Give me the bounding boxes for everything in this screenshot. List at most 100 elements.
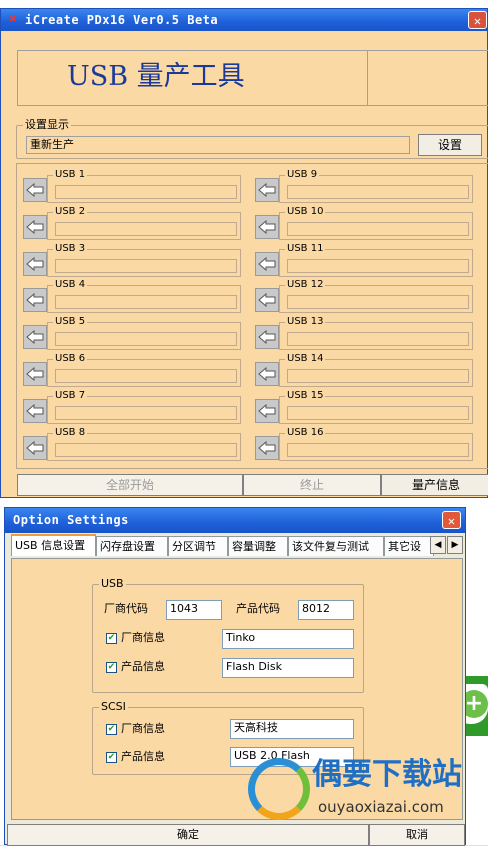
product-code-field[interactable]: 8012 [298, 600, 354, 620]
usb-port-slot: USB 16 [255, 426, 473, 461]
usb-vendor-info-field[interactable]: Tinko [222, 629, 354, 649]
arrow-left-icon[interactable] [255, 435, 279, 460]
arrow-left-icon[interactable] [23, 325, 47, 350]
tab-scroll-right-button[interactable]: ▶ [447, 536, 463, 554]
tab-strip: USB 信息设置 闪存盘设置 分区调节 容量调整 该文件复与测试 其它设 ◀ ▶ [11, 534, 463, 558]
arrow-left-icon[interactable] [23, 435, 47, 460]
usb-product-info-field[interactable]: Flash Disk [222, 658, 354, 678]
arrow-left-icon[interactable] [255, 325, 279, 350]
scsi-group-title: SCSI [99, 700, 128, 713]
stop-button[interactable]: 终止 [243, 474, 381, 496]
arrow-left-icon[interactable] [23, 398, 47, 423]
tab-other[interactable]: 其它设 [384, 536, 434, 556]
option-titlebar[interactable]: Option Settings ✕ [5, 508, 465, 533]
vendor-code-field[interactable]: 1043 [166, 600, 222, 620]
usb-port-label: USB 7 [53, 389, 88, 402]
usb-port-status [287, 185, 469, 199]
arrow-left-icon[interactable] [23, 178, 47, 202]
watermark: 偶要下载站 ouyaoxiazai.com [244, 752, 488, 845]
production-info-button[interactable]: 量产信息 [381, 474, 488, 496]
usb-port-label: USB 4 [53, 279, 88, 292]
settings-display-field: 重新生产 [26, 136, 410, 154]
usb-port-label: USB 1 [53, 169, 88, 181]
tab-capacity[interactable]: 容量调整 [228, 536, 288, 556]
usb-port-slot: USB 13 [255, 316, 473, 351]
option-window-title: Option Settings [13, 513, 129, 527]
arrow-left-icon[interactable] [23, 288, 47, 313]
main-titlebar[interactable]: ✖ iCreate PDx16 Ver0.5 Beta ✕ [1, 9, 487, 31]
watermark-logo-icon [248, 758, 310, 820]
window-title: iCreate PDx16 Ver0.5 Beta [25, 13, 219, 27]
option-close-button[interactable]: ✕ [442, 511, 461, 529]
main-body: USB 量产工具 设置显示 重新生产 设置 全部开始 终止 量产信息 USB 1… [7, 33, 488, 496]
arrow-left-icon[interactable] [255, 214, 279, 239]
start-all-button[interactable]: 全部开始 [17, 474, 243, 496]
usb-port-slot: USB 3 [23, 242, 241, 277]
usb-vendor-info-label: 厂商信息 [121, 631, 165, 644]
usb-port-status [55, 221, 237, 236]
usb-port-status [55, 295, 237, 310]
usb-product-info-label: 产品信息 [121, 660, 165, 673]
usb-port-status [55, 442, 237, 457]
usb-port-slot: USB 11 [255, 242, 473, 277]
usb-port-label: USB 9 [285, 169, 320, 181]
tab-scroll-left-button[interactable]: ◀ [430, 536, 446, 554]
usb-port-status [55, 185, 237, 199]
arrow-left-icon[interactable] [255, 362, 279, 386]
usb-port-status [287, 332, 469, 347]
usb-port-status [287, 442, 469, 457]
scsi-product-info-checkbox[interactable]: ✔ [106, 752, 117, 763]
usb-port-status [287, 369, 469, 383]
usb-port-label: USB 3 [53, 242, 88, 255]
arrow-left-icon[interactable] [23, 251, 47, 276]
tab-flash-disk[interactable]: 闪存盘设置 [96, 536, 168, 556]
arrow-left-icon[interactable] [23, 214, 47, 239]
tab-partition[interactable]: 分区调节 [168, 536, 228, 556]
scsi-vendor-info-label: 厂商信息 [121, 722, 165, 735]
usb-port-label: USB 13 [285, 316, 326, 329]
usb-port-status [287, 221, 469, 236]
banner-panel: USB 量产工具 [17, 50, 368, 106]
usb-port-label: USB 16 [285, 426, 326, 439]
usb-port-slot: USB 12 [255, 279, 473, 314]
usb-port-label: USB 6 [53, 353, 88, 365]
tab-file-copy-test[interactable]: 该文件复与测试 [288, 536, 384, 556]
usb-port-slot: USB 1 [23, 169, 241, 203]
usb-port-status [55, 332, 237, 347]
vendor-code-label: 厂商代码 [104, 602, 148, 615]
usb-port-slot: USB 4 [23, 279, 241, 314]
usb-vendor-info-checkbox[interactable]: ✔ [106, 633, 117, 644]
usb-port-status [55, 258, 237, 273]
scsi-product-info-label: 产品信息 [121, 750, 165, 763]
banner-side-panel [367, 50, 488, 106]
usb-port-slot: USB 7 [23, 389, 241, 424]
usb-port-label: USB 15 [285, 389, 326, 402]
usb-port-label: USB 2 [53, 205, 88, 218]
usb-port-slot: USB 10 [255, 205, 473, 240]
usb-port-status [55, 369, 237, 383]
usb-port-status [287, 295, 469, 310]
scsi-vendor-info-field[interactable]: 天高科技 [230, 719, 354, 739]
usb-port-slot: USB 6 [23, 353, 241, 387]
usb-product-info-checkbox[interactable]: ✔ [106, 662, 117, 673]
usb-port-slot: USB 2 [23, 205, 241, 240]
scsi-vendor-info-checkbox[interactable]: ✔ [106, 724, 117, 735]
arrow-left-icon[interactable] [23, 362, 47, 386]
usb-port-slot: USB 14 [255, 353, 473, 387]
arrow-left-icon[interactable] [255, 178, 279, 202]
settings-button[interactable]: 设置 [418, 134, 482, 156]
arrow-left-icon[interactable] [255, 251, 279, 276]
arrow-left-icon[interactable] [255, 398, 279, 423]
main-window: ✖ iCreate PDx16 Ver0.5 Beta ✕ USB 量产工具 设… [0, 8, 488, 498]
product-code-label: 产品代码 [236, 602, 280, 615]
usb-port-status [55, 405, 237, 420]
usb-port-slot: USB 8 [23, 426, 241, 461]
arrow-left-icon[interactable] [255, 288, 279, 313]
watermark-url: ouyaoxiazai.com [318, 798, 444, 816]
usb-port-label: USB 11 [285, 242, 326, 255]
close-button[interactable]: ✕ [468, 11, 487, 29]
usb-port-label: USB 10 [285, 205, 326, 218]
usb-port-slot: USB 9 [255, 169, 473, 203]
tab-usb-info[interactable]: USB 信息设置 [11, 534, 96, 556]
usb-port-status [287, 405, 469, 420]
